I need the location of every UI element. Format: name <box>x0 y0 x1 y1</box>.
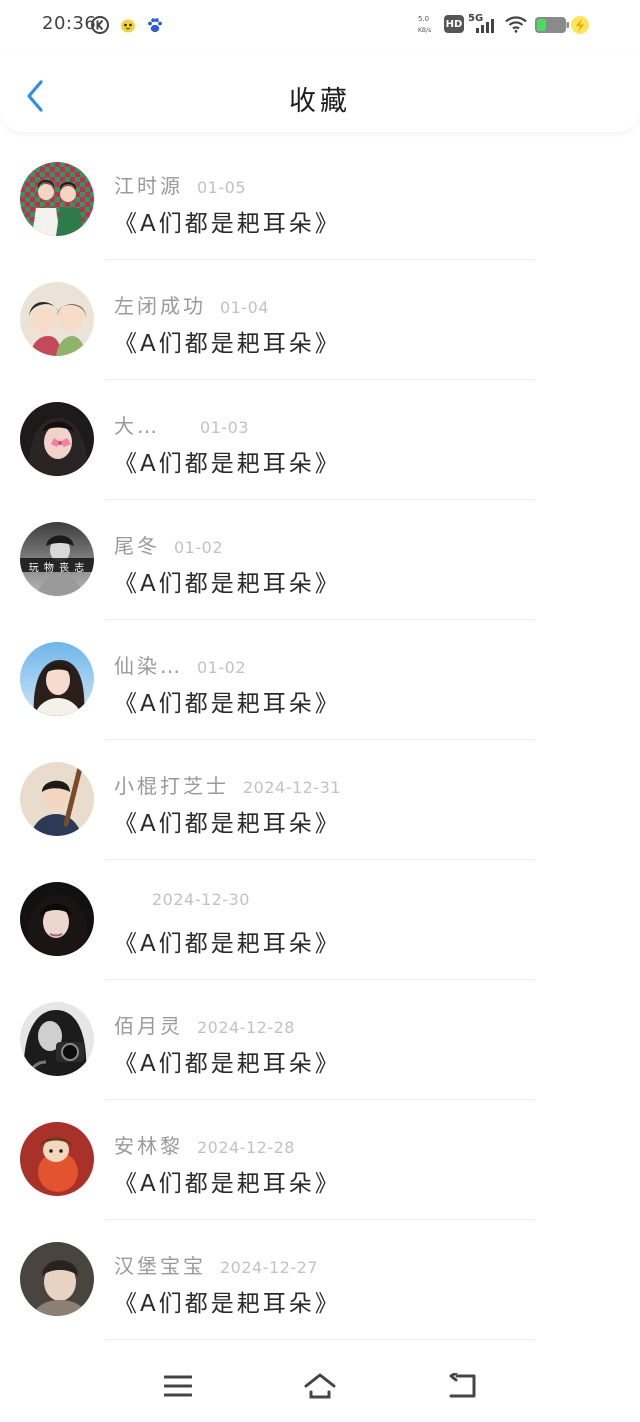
item-meta: 小棍打芝士 2024-12-31 <box>114 770 341 799</box>
favorite-item[interactable]: 玩 物 丧 志 尾冬 01-02 《A们都是耙耳朵》 <box>0 500 640 620</box>
item-title: 《A们都是耙耳朵》 <box>114 571 341 597</box>
chick-icon <box>118 15 138 35</box>
favorite-item[interactable]: 汉堡宝宝 2024-12-27 《A们都是耙耳朵》 <box>0 1220 640 1340</box>
header: 收藏 <box>0 50 640 132</box>
avatar <box>20 762 94 836</box>
back-nav-button[interactable] <box>440 1364 484 1408</box>
user-name: 左闭成功 <box>114 294 206 318</box>
hd-label: HD <box>445 18 463 30</box>
item-date: 01-03 <box>200 418 249 437</box>
svg-text:5.0: 5.0 <box>418 15 429 23</box>
item-title: 《A们都是耙耳朵》 <box>114 211 341 237</box>
item-date: 01-02 <box>197 658 246 677</box>
item-meta: 左闭成功 01-04 <box>114 290 269 319</box>
avatar-caption: 玩 物 丧 志 <box>28 563 86 574</box>
item-meta: 安林黎 2024-12-28 <box>114 1130 295 1159</box>
item-date: 2024-12-28 <box>197 1138 295 1157</box>
user-name: 仙染… <box>114 654 183 678</box>
user-name: 大… <box>114 414 160 438</box>
avatar <box>20 162 94 236</box>
item-date: 2024-12-28 <box>197 1018 295 1037</box>
favorite-item[interactable]: 仙染… 01-02 《A们都是耙耳朵》 <box>0 620 640 740</box>
item-title: 《A们都是耙耳朵》 <box>114 811 341 837</box>
avatar <box>20 1002 94 1076</box>
item-title: 《A们都是耙耳朵》 <box>114 331 341 357</box>
item-date: 2024-12-27 <box>220 1258 318 1277</box>
item-date: 2024-12-31 <box>243 778 341 797</box>
item-title: 《A们都是耙耳朵》 <box>114 1291 341 1317</box>
favorite-item[interactable]: 小棍打芝士 2024-12-31 《A们都是耙耳朵》 <box>0 740 640 860</box>
wifi-icon <box>505 15 527 33</box>
page-title: 收藏 <box>289 86 351 117</box>
avatar <box>20 1242 94 1316</box>
favorite-item[interactable]: 安林黎 2024-12-28 《A们都是耙耳朵》 <box>0 1100 640 1220</box>
status-bar: 20:36 5.0 KB/s HD 5G <box>0 0 640 50</box>
favorite-item[interactable]: 大… 01-03 《A们都是耙耳朵》 <box>0 380 640 500</box>
item-meta: 汉堡宝宝 2024-12-27 <box>114 1250 318 1279</box>
user-name: 小棍打芝士 <box>114 774 229 798</box>
battery-charging-icon <box>534 15 594 35</box>
item-meta: 江时源 01-05 <box>114 170 246 199</box>
item-title: 《A们都是耙耳朵》 <box>114 691 341 717</box>
svg-text:KB/s: KB/s <box>418 27 431 34</box>
signal-5g-icon: 5G <box>468 13 500 35</box>
favorite-item[interactable]: 2024-12-30 《A们都是耙耳朵》 <box>0 860 640 980</box>
avatar: 玩 物 丧 志 <box>20 522 94 596</box>
hd-icon: HD <box>444 15 464 33</box>
favorite-item[interactable]: 左闭成功 01-04 《A们都是耙耳朵》 <box>0 260 640 380</box>
paw-icon <box>145 15 165 35</box>
user-name: 江时源 <box>114 174 183 198</box>
item-date: 2024-12-30 <box>152 890 250 909</box>
item-date: 01-04 <box>220 298 269 317</box>
item-title: 《A们都是耙耳朵》 <box>114 451 341 477</box>
k-circle-icon <box>90 15 110 35</box>
item-title: 《A们都是耙耳朵》 <box>114 931 341 957</box>
network-speed-icon: 5.0 KB/s <box>416 12 436 36</box>
system-nav-bar <box>0 1342 640 1422</box>
item-title: 《A们都是耙耳朵》 <box>114 1051 341 1077</box>
user-name: 尾冬 <box>114 534 160 558</box>
avatar <box>20 642 94 716</box>
item-meta: 仙染… 01-02 <box>114 650 246 679</box>
user-name: 安林黎 <box>114 1134 183 1158</box>
favorite-item[interactable]: 江时源 01-05 《A们都是耙耳朵》 <box>0 140 640 260</box>
home-icon <box>303 1372 337 1400</box>
item-date: 01-02 <box>174 538 223 557</box>
avatar <box>20 402 94 476</box>
item-meta: 2024-12-30 <box>114 890 250 909</box>
item-meta: 尾冬 01-02 <box>114 530 223 559</box>
menu-icon <box>164 1375 192 1397</box>
home-button[interactable] <box>298 1364 342 1408</box>
status-time: 20:36 <box>42 13 97 34</box>
item-title: 《A们都是耙耳朵》 <box>114 1171 341 1197</box>
avatar <box>20 1122 94 1196</box>
menu-button[interactable] <box>156 1364 200 1408</box>
item-meta: 佰月灵 2024-12-28 <box>114 1010 295 1039</box>
back-icon <box>447 1373 477 1399</box>
user-name: 佰月灵 <box>114 1014 183 1038</box>
avatar <box>20 282 94 356</box>
user-name: 汉堡宝宝 <box>114 1254 206 1278</box>
favorite-item[interactable]: 佰月灵 2024-12-28 《A们都是耙耳朵》 <box>0 980 640 1100</box>
favorites-list: 江时源 01-05 《A们都是耙耳朵》 左闭成功 01-04 《A们都是耙耳朵》 <box>0 140 640 1340</box>
item-meta: 大… 01-03 <box>114 410 249 439</box>
item-date: 01-05 <box>197 178 246 197</box>
avatar <box>20 882 94 956</box>
